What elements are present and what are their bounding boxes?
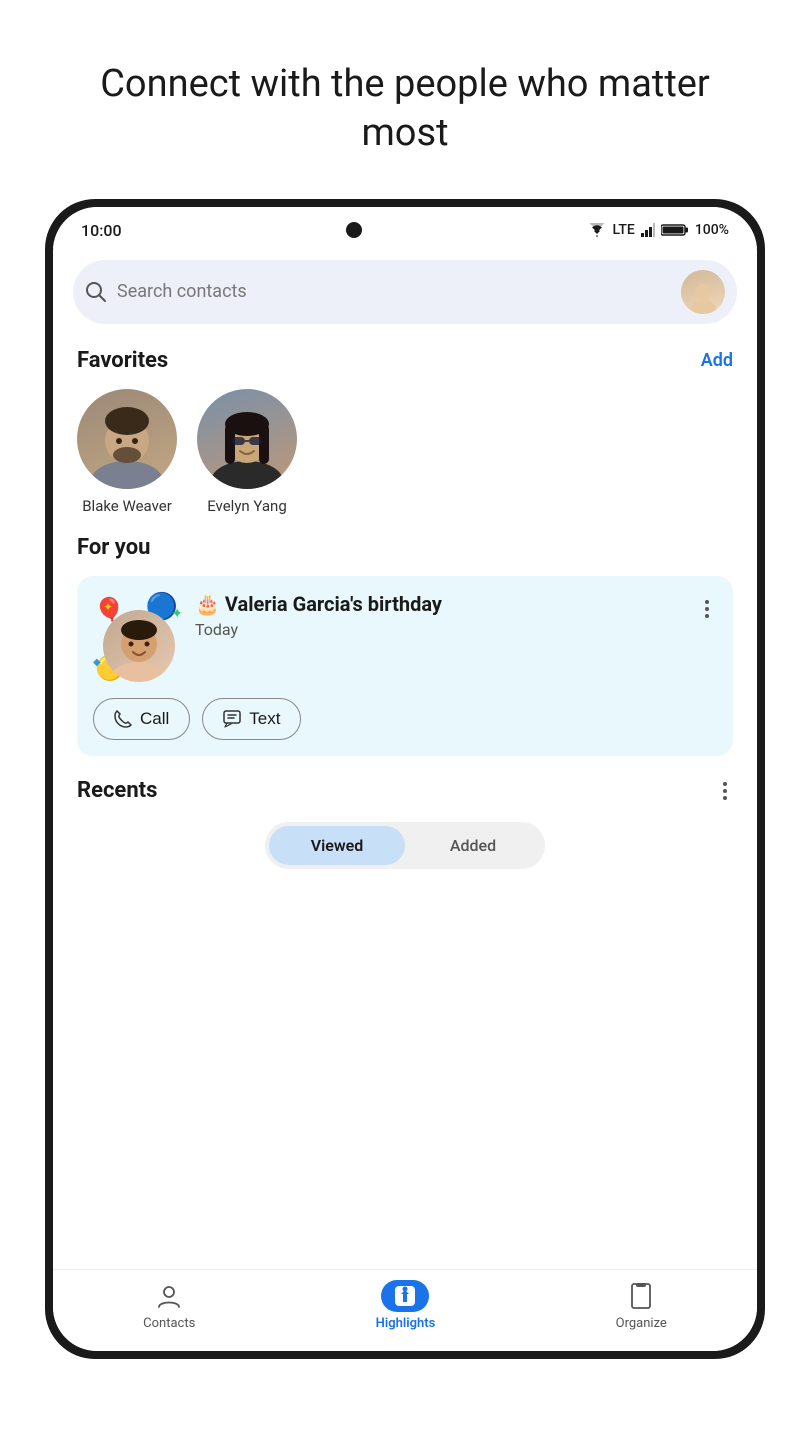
birthday-date: Today bbox=[195, 620, 717, 639]
recents-dot-2 bbox=[723, 789, 727, 793]
status-bar: 10:00 LTE bbox=[53, 207, 757, 248]
battery-icon bbox=[661, 223, 689, 237]
phone-frame: 10:00 LTE bbox=[45, 199, 765, 1359]
favorites-header: Favorites Add bbox=[77, 348, 733, 373]
for-you-card: 🎈 🔵 🟡 ✦ ✦ ◆ bbox=[77, 576, 733, 756]
message-icon bbox=[223, 710, 241, 728]
recents-more-button[interactable] bbox=[717, 776, 733, 806]
search-icon bbox=[85, 281, 107, 303]
for-you-title: For you bbox=[77, 535, 150, 560]
nav-highlights[interactable]: Highlights bbox=[376, 1280, 436, 1331]
user-avatar[interactable] bbox=[681, 270, 725, 314]
text-button[interactable]: Text bbox=[202, 698, 301, 740]
for-you-header: For you bbox=[77, 535, 733, 560]
evelyn-avatar bbox=[197, 389, 297, 489]
recents-dot-1 bbox=[723, 782, 727, 786]
recents-title: Recents bbox=[77, 778, 157, 803]
for-you-info: 🎂 Valeria Garcia's birthday Today bbox=[195, 592, 717, 639]
evelyn-name: Evelyn Yang bbox=[207, 497, 287, 515]
search-placeholder: Search contacts bbox=[117, 281, 671, 302]
birthday-illustration: 🎈 🔵 🟡 ✦ ✦ ◆ bbox=[93, 592, 183, 682]
phone-screen: 10:00 LTE bbox=[53, 207, 757, 1351]
camera-cutout bbox=[346, 222, 362, 238]
valeria-avatar bbox=[103, 610, 175, 682]
birthday-person-name: 🎂 Valeria Garcia's birthday bbox=[195, 592, 717, 616]
call-button-label: Call bbox=[140, 709, 169, 729]
status-time: 10:00 bbox=[81, 221, 122, 240]
organize-icon bbox=[617, 1280, 665, 1312]
nav-contacts[interactable]: Contacts bbox=[143, 1280, 195, 1331]
page-title: Connect with the people who matter most bbox=[0, 0, 810, 199]
more-dot-3 bbox=[705, 614, 709, 618]
nav-organize[interactable]: Organize bbox=[616, 1280, 667, 1331]
blake-avatar bbox=[77, 389, 177, 489]
sparkle-yellow: ✦ bbox=[103, 600, 113, 614]
favorites-list: Blake Weaver bbox=[77, 389, 733, 515]
more-dot-2 bbox=[705, 607, 709, 611]
recents-section: Recents Viewed Added bbox=[53, 776, 757, 869]
battery-label: 100% bbox=[695, 222, 729, 238]
favorite-item-blake[interactable]: Blake Weaver bbox=[77, 389, 177, 515]
for-you-actions: Call Text bbox=[93, 698, 717, 740]
for-you-section: For you 🎈 🔵 🟡 ✦ ✦ ◆ bbox=[53, 535, 757, 776]
favorites-add-button[interactable]: Add bbox=[701, 350, 733, 371]
recents-dot-3 bbox=[723, 796, 727, 800]
contacts-label: Contacts bbox=[143, 1316, 195, 1331]
phone-icon bbox=[114, 710, 132, 728]
sparkle-green: ✦ bbox=[171, 606, 183, 622]
signal-icon bbox=[641, 223, 655, 237]
favorites-section: Favorites Add bbox=[53, 340, 757, 535]
blake-name: Blake Weaver bbox=[82, 497, 172, 515]
added-tab[interactable]: Added bbox=[405, 826, 541, 865]
bottom-nav: Contacts Highlights bbox=[53, 1269, 757, 1351]
wifi-icon bbox=[587, 223, 607, 237]
more-button[interactable] bbox=[697, 592, 717, 626]
organize-label: Organize bbox=[616, 1316, 667, 1331]
status-icons: LTE 100% bbox=[587, 222, 730, 238]
favorites-title: Favorites bbox=[77, 348, 168, 373]
recents-header: Recents bbox=[77, 776, 733, 806]
search-bar[interactable]: Search contacts bbox=[73, 260, 737, 324]
recents-toggle: Viewed Added bbox=[265, 822, 545, 869]
sparkle-blue: ◆ bbox=[93, 657, 101, 668]
text-button-label: Text bbox=[249, 709, 280, 729]
favorite-item-evelyn[interactable]: Evelyn Yang bbox=[197, 389, 297, 515]
highlights-icon bbox=[381, 1280, 429, 1312]
more-dot-1 bbox=[705, 600, 709, 604]
network-label: LTE bbox=[613, 222, 635, 238]
contacts-icon bbox=[145, 1280, 193, 1312]
highlights-label: Highlights bbox=[376, 1316, 436, 1331]
call-button[interactable]: Call bbox=[93, 698, 190, 740]
viewed-tab[interactable]: Viewed bbox=[269, 826, 405, 865]
for-you-card-top: 🎈 🔵 🟡 ✦ ✦ ◆ bbox=[93, 592, 717, 682]
